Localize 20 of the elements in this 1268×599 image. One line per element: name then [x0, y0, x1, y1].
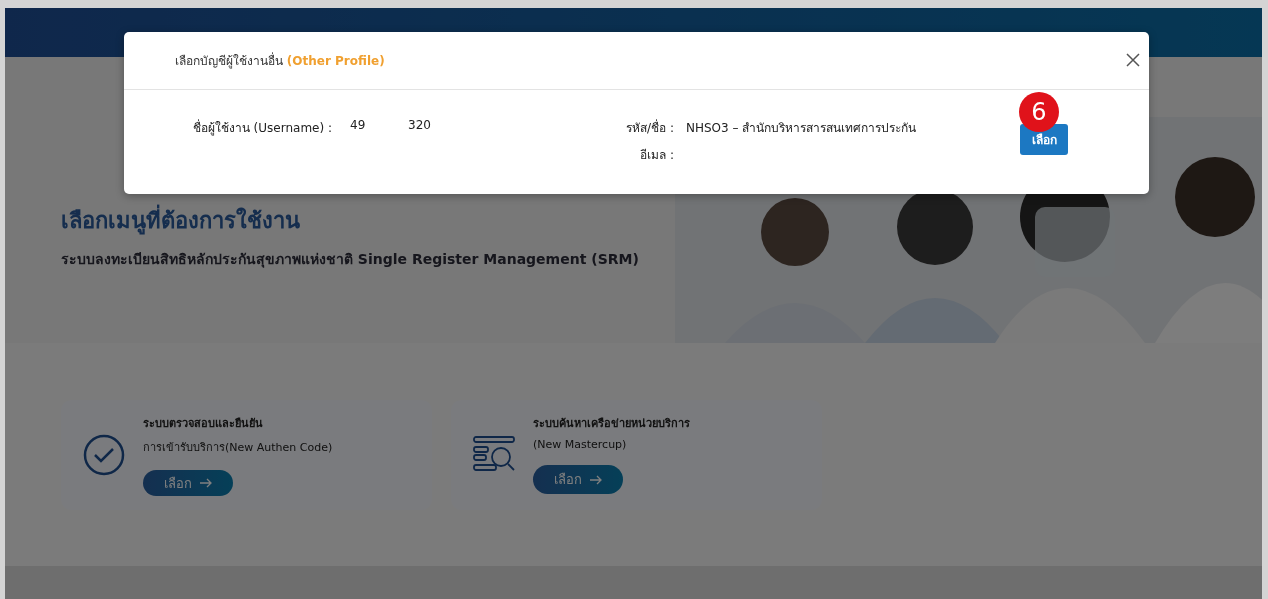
arrow-icon: [200, 478, 212, 488]
select-button[interactable]: เลือก: [143, 470, 233, 496]
page-subheading: ระบบลงทะเบียนสิทธิหลักประกันสุขภาพแห่งชาติ Single Register Management (SRM): [61, 250, 640, 270]
step-badge: 6: [1019, 92, 1059, 132]
card-title: ระบบค้นหาเครือข่ายหน่วยบริการ: [533, 416, 690, 432]
card-subtitle: (New Mastercup): [533, 438, 628, 451]
card-subtitle: การเข้ารับบริการ(New Authen Code): [143, 440, 333, 456]
card-title: ระบบตรวจสอบและยืนยัน: [143, 416, 264, 432]
field-label: รหัส/ชื่อ :: [625, 118, 674, 137]
dialog-title: เลือกบัญชีผู้ใช้งานอื่น (Other Profile): [175, 51, 385, 70]
page-heading: เลือกเมนูที่ต้องการใช้งาน: [61, 203, 1262, 238]
close-icon[interactable]: [1125, 52, 1141, 68]
arrow-icon: [590, 474, 602, 485]
field-label: ชื่อผู้ใช้งาน (Username) :: [191, 118, 332, 138]
field-value: NHSO3 – สำนักบริหารสารสนเทศการประกัน: [686, 120, 918, 137]
field-label: อีเมล :: [639, 147, 674, 164]
field-value: 49: [350, 118, 367, 134]
select-button[interactable]: เลือก: [533, 465, 623, 494]
field-value: 320: [408, 118, 431, 134]
check-circle-icon: [83, 434, 125, 476]
